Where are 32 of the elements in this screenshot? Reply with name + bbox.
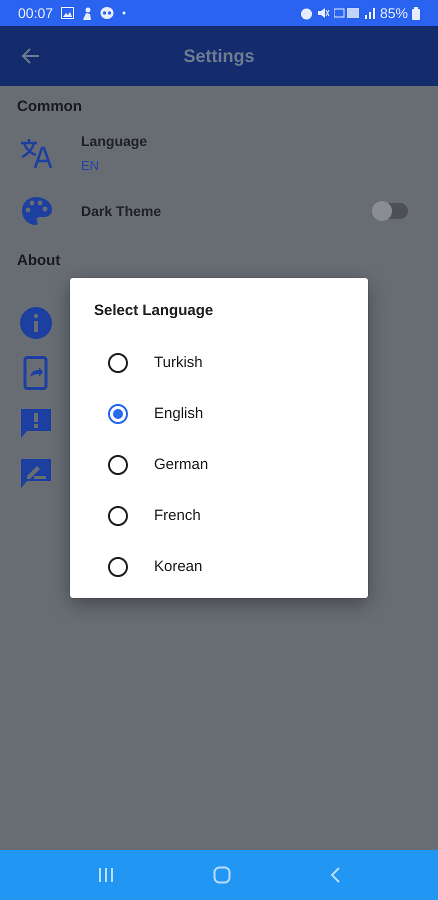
clock: 00:07 (18, 4, 54, 22)
edit-comment-icon (19, 456, 53, 490)
battery-level: 85% (380, 4, 408, 22)
setting-label: Language (81, 132, 148, 151)
radio-button[interactable] (108, 557, 128, 577)
battery-icon (412, 6, 420, 20)
section-title: Common (16, 97, 83, 117)
language-option[interactable]: Turkish (70, 338, 368, 388)
radio-button[interactable] (108, 404, 128, 424)
translate-icon (19, 136, 53, 170)
language-option[interactable]: French (70, 490, 368, 542)
radio-button[interactable] (108, 353, 128, 373)
figure-icon (82, 6, 92, 20)
feedback-icon (19, 406, 53, 440)
radio-button[interactable] (108, 506, 128, 526)
dot-icon (122, 11, 126, 15)
toggle-switch[interactable] (374, 203, 408, 219)
screen-title: Settings (182, 44, 256, 68)
language-option[interactable]: Korean (70, 542, 368, 592)
section-title: About (16, 251, 62, 271)
image-icon (61, 7, 74, 19)
info-icon (19, 306, 53, 340)
mute-icon (316, 7, 330, 19)
signal-icon (364, 7, 376, 19)
dialog-title: Select Language (93, 301, 214, 321)
radio-button[interactable] (108, 455, 128, 475)
setting-value: EN (81, 156, 100, 175)
language-option[interactable]: German (70, 440, 368, 490)
palette-icon (19, 194, 53, 228)
back-arrow-icon (20, 46, 40, 65)
language-option[interactable]: English (70, 388, 368, 440)
setting-label: Dark Theme (81, 202, 162, 220)
